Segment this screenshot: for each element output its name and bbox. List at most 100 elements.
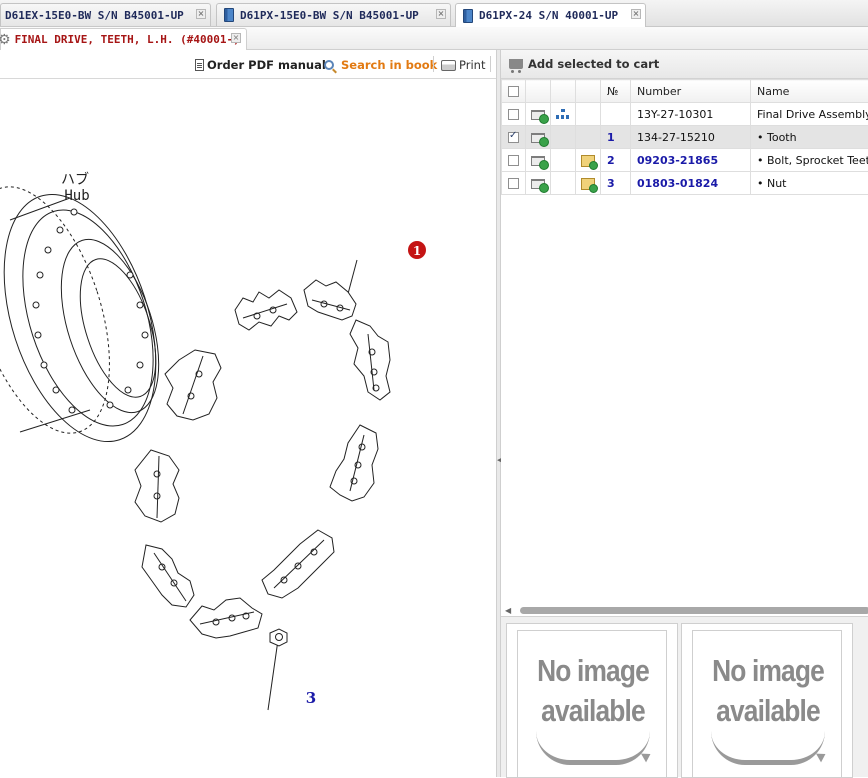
row-cart-cell	[526, 103, 551, 126]
row-cart-cell	[526, 126, 551, 149]
row-select-cell	[502, 103, 526, 126]
row-tree-cell	[551, 103, 576, 126]
row-number-link[interactable]: 09203-21865	[631, 149, 751, 172]
add-to-cart-icon[interactable]	[531, 110, 545, 120]
row-no: 1	[601, 126, 631, 149]
row-cart-cell	[526, 172, 551, 195]
nut-drawing	[270, 629, 287, 646]
book-icon	[224, 8, 234, 22]
close-icon[interactable]: ×	[196, 9, 206, 19]
row-pkg-cell	[576, 172, 601, 195]
no-image-text: available	[529, 693, 657, 729]
package-icon[interactable]	[581, 178, 595, 190]
tab-final-drive-teeth[interactable]: ⚙ FINAL DRIVE, TEETH, L.H. (#40001-) ×	[0, 28, 247, 50]
hub-label: Hub	[64, 188, 89, 204]
collapse-arrow-icon[interactable]: ◀	[497, 454, 500, 466]
add-selected-label: Add selected to cart	[528, 57, 659, 71]
package-icon[interactable]	[581, 155, 595, 167]
header-no[interactable]: №	[601, 80, 631, 103]
section-title: FINAL DRIVE, TEETH, L.H. (#40001-)	[15, 33, 240, 46]
scroll-left-icon[interactable]: ◀	[505, 606, 511, 615]
row-name: • Nut	[751, 172, 868, 195]
tab-label: D61EX-15E0-BW S/N B45001-UP	[5, 9, 184, 22]
hierarchy-icon[interactable]	[555, 109, 571, 120]
document-tab-strip: D61EX-15E0-BW S/N B45001-UP × D61PX-15E0…	[0, 0, 868, 27]
table-header-row: № Number Name	[502, 80, 868, 103]
tooth-segment	[135, 450, 179, 522]
row-name: • Tooth	[751, 126, 868, 149]
table-row[interactable]: 1 134-27-15210 • Tooth	[502, 126, 868, 149]
drawing-panel: Order PDF manual Search in book Print	[0, 50, 496, 777]
search-in-book-button[interactable]: Search in book	[324, 58, 437, 72]
tab-d61px-15e0-bw[interactable]: D61PX-15E0-BW S/N B45001-UP ×	[216, 3, 451, 26]
row-checkbox[interactable]	[508, 109, 519, 120]
order-pdf-button[interactable]: Order PDF manual	[195, 58, 326, 72]
row-checkbox[interactable]	[508, 178, 519, 189]
parts-diagram[interactable]: ハブ Hub 1 3	[0, 80, 496, 777]
scrollbar-thumb[interactable]	[520, 607, 868, 614]
tooth-segment	[330, 425, 378, 501]
callout-1[interactable]: 1	[408, 241, 426, 259]
row-select-cell	[502, 172, 526, 195]
print-icon	[441, 60, 456, 71]
arrowhead-icon	[816, 750, 828, 763]
row-select-cell	[502, 126, 526, 149]
tab-d61px-24[interactable]: D61PX-24 S/N 40001-UP ×	[455, 3, 646, 27]
header-pkg	[576, 80, 601, 103]
add-to-cart-icon[interactable]	[531, 179, 545, 189]
tab-label: D61PX-15E0-BW S/N B45001-UP	[240, 9, 419, 22]
tooth-segment	[165, 350, 221, 420]
row-select-cell	[502, 149, 526, 172]
parts-table: № Number Name 13Y-27-10301 Final Drive A…	[501, 79, 868, 195]
row-tree-cell	[551, 172, 576, 195]
row-number[interactable]: 134-27-15210	[631, 126, 751, 149]
table-row[interactable]: 2 09203-21865 • Bolt, Sprocket Teeth	[502, 149, 868, 172]
no-image-text: No image	[529, 653, 657, 689]
table-row[interactable]: 3 01803-01824 • Nut	[502, 172, 868, 195]
row-no: 3	[601, 172, 631, 195]
toolbar-divider	[490, 56, 491, 72]
add-to-cart-icon[interactable]	[531, 133, 545, 143]
row-no: 2	[601, 149, 631, 172]
row-checkbox[interactable]	[508, 155, 519, 166]
order-pdf-label: Order PDF manual	[207, 58, 326, 72]
tooth-segment	[262, 530, 334, 598]
part-image-thumbnail[interactable]: No image available	[506, 623, 678, 778]
select-all-checkbox[interactable]	[508, 86, 519, 97]
hub-label-jp: ハブ	[61, 171, 89, 188]
search-label: Search in book	[341, 58, 437, 72]
no-image-placeholder: No image available	[517, 630, 667, 778]
add-to-cart-icon[interactable]	[531, 156, 545, 166]
arrowhead-icon	[641, 750, 653, 763]
tooth-segment	[350, 320, 390, 400]
table-row[interactable]: 13Y-27-10301 Final Drive Assembly	[502, 103, 868, 126]
tooth-segment	[190, 598, 262, 638]
add-selected-to-cart-button[interactable]: Add selected to cart	[501, 50, 868, 79]
close-icon[interactable]: ×	[436, 9, 446, 19]
row-tree-cell	[551, 149, 576, 172]
part-image-strip: No image available No image available	[501, 616, 868, 777]
row-number[interactable]: 13Y-27-10301	[631, 103, 751, 126]
close-icon[interactable]: ×	[231, 33, 241, 43]
part-image-thumbnail[interactable]: No image available	[681, 623, 853, 778]
print-label: Print	[459, 58, 485, 72]
row-cart-cell	[526, 149, 551, 172]
tab-label: D61PX-24 S/N 40001-UP	[479, 9, 618, 22]
search-icon	[324, 60, 334, 70]
close-icon[interactable]: ×	[631, 9, 641, 19]
horizontal-scrollbar[interactable]: ◀	[505, 606, 868, 616]
callout-3[interactable]: 3	[306, 689, 316, 707]
document-icon	[195, 59, 204, 71]
row-number-link[interactable]: 01803-01824	[631, 172, 751, 195]
header-cart	[526, 80, 551, 103]
row-name: • Bolt, Sprocket Teeth	[751, 149, 868, 172]
header-name[interactable]: Name	[751, 80, 868, 103]
row-pkg-cell	[576, 149, 601, 172]
gear-icon: ⚙	[0, 32, 11, 48]
section-tab-strip: ⚙ FINAL DRIVE, TEETH, L.H. (#40001-) ×	[0, 27, 868, 50]
row-checkbox[interactable]	[508, 132, 519, 143]
tab-d61ex-15e0-bw[interactable]: D61EX-15E0-BW S/N B45001-UP ×	[0, 3, 211, 26]
no-image-placeholder: No image available	[692, 630, 842, 778]
header-number[interactable]: Number	[631, 80, 751, 103]
print-button[interactable]: Print	[441, 58, 485, 72]
